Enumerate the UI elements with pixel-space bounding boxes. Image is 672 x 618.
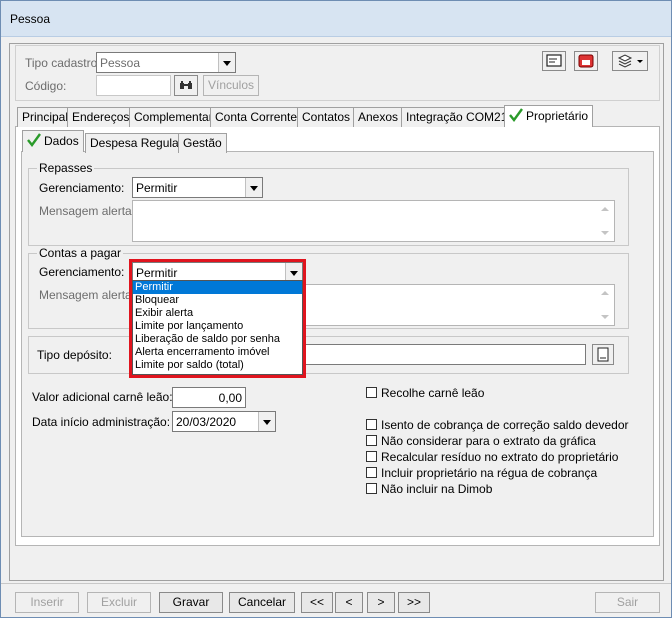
- data-inicio-label: Data início administração:: [32, 415, 171, 429]
- tab-integracao[interactable]: Integração COM21: [401, 107, 513, 127]
- tab-complementar[interactable]: Complementar: [129, 107, 218, 127]
- inserir-button[interactable]: Inserir: [15, 592, 79, 613]
- dropdown-option[interactable]: Exibir alerta: [133, 307, 302, 320]
- repasses-gerenciamento-value: Permitir: [136, 181, 178, 195]
- card-icon: [546, 54, 562, 67]
- gerenciamento-dropdown-list[interactable]: Permitir Bloquear Exibir alerta Limite p…: [132, 280, 303, 375]
- data-inicio-value: 20/03/2020: [176, 415, 237, 429]
- tab-proprietario-label: Proprietário: [526, 109, 589, 123]
- codigo-label: Código:: [25, 79, 67, 93]
- vinculos-label: Vínculos: [207, 78, 255, 92]
- nao-considerar-extrato-checkbox[interactable]: Não considerar para o extrato da gráfica: [366, 434, 596, 448]
- checkbox-box[interactable]: [366, 451, 377, 462]
- checkbox-box[interactable]: [366, 483, 377, 494]
- subtab-dados-label: Dados: [44, 134, 79, 148]
- checkbox-label: Não considerar para o extrato da gráfica: [381, 434, 596, 448]
- tab-proprietario[interactable]: Proprietário: [504, 105, 594, 127]
- window: Pessoa Tipo cadastro Pessoa Código: Vínc…: [0, 0, 672, 618]
- valor-adicional-input[interactable]: 0,00: [172, 387, 246, 408]
- valor-adicional-value: 0,00: [218, 391, 242, 405]
- tab-enderecos[interactable]: Endereços: [67, 107, 135, 127]
- chevron-down-icon[interactable]: [258, 412, 275, 431]
- recalcular-residuo-checkbox[interactable]: Recalcular resíduo no extrato do proprie…: [366, 450, 618, 464]
- repasses-mensagem-label: Mensagem alerta:: [39, 204, 136, 218]
- tipo-cadastro-label: Tipo cadastro: [25, 56, 98, 70]
- tab-principal[interactable]: Principal: [17, 107, 74, 127]
- checkbox-label: Isento de cobrança de correção saldo dev…: [381, 418, 629, 432]
- tab-contatos[interactable]: Contatos: [297, 107, 356, 127]
- checkbox-box[interactable]: [366, 467, 377, 478]
- incluir-regua-checkbox[interactable]: Incluir proprietário na régua de cobranç…: [366, 466, 597, 480]
- dropdown-option[interactable]: Limite por saldo (total): [133, 359, 302, 372]
- checkbox-label: Incluir proprietário na régua de cobranç…: [381, 466, 598, 480]
- contas-gerenciamento-label: Gerenciamento:: [39, 265, 125, 279]
- dropdown-option[interactable]: Alerta encerramento imóvel: [133, 346, 302, 359]
- checkbox-box[interactable]: [366, 387, 377, 398]
- tab-anexos[interactable]: Anexos: [353, 107, 404, 127]
- checkbox-box[interactable]: [366, 419, 377, 430]
- repasses-gerenciamento-select[interactable]: Permitir: [132, 177, 263, 198]
- phone-button[interactable]: [574, 51, 598, 71]
- scrollbar[interactable]: [597, 201, 614, 241]
- tipo-cadastro-select[interactable]: Pessoa: [96, 52, 236, 73]
- check-icon: [27, 133, 41, 147]
- card-button[interactable]: [542, 51, 566, 71]
- gravar-button[interactable]: Gravar: [159, 592, 223, 613]
- sair-button[interactable]: Sair: [595, 592, 660, 613]
- dropdown-option[interactable]: Permitir: [133, 281, 302, 294]
- repasses-title: Repasses: [37, 161, 95, 175]
- check-icon: [509, 108, 523, 122]
- binoculars-search-button[interactable]: [174, 75, 198, 96]
- first-record-button[interactable]: <<: [301, 592, 333, 613]
- excluir-button[interactable]: Excluir: [87, 592, 151, 613]
- next-record-button[interactable]: >: [367, 592, 395, 613]
- chevron-down-icon[interactable]: [218, 53, 235, 72]
- valor-adicional-label: Valor adicional carnê leão:: [32, 390, 173, 404]
- tipo-cadastro-value: Pessoa: [100, 56, 141, 70]
- prev-record-button[interactable]: <: [335, 592, 363, 613]
- layers-menu-button[interactable]: [612, 51, 648, 71]
- isento-cobranca-checkbox[interactable]: Isento de cobrança de correção saldo dev…: [366, 418, 629, 432]
- document-icon: [597, 347, 609, 362]
- title-bar: Pessoa: [1, 1, 671, 37]
- contas-mensagem-label: Mensagem alerta:: [39, 288, 136, 302]
- repasses-mensagem-textarea[interactable]: [132, 200, 615, 242]
- codigo-input[interactable]: [96, 75, 171, 96]
- data-inicio-input[interactable]: 20/03/2020: [172, 411, 276, 432]
- checkbox-label: Recalcular resíduo no extrato do proprie…: [381, 450, 619, 464]
- phone-icon: [578, 54, 594, 68]
- checkbox-label: Não incluir na Dimob: [381, 482, 493, 496]
- dropdown-option[interactable]: Limite por lançamento: [133, 320, 302, 333]
- subtab-gestao[interactable]: Gestão: [178, 133, 227, 153]
- repasses-gerenciamento-label: Gerenciamento:: [39, 181, 125, 195]
- recolhe-carne-leao-checkbox[interactable]: Recolhe carnê leão: [366, 386, 484, 400]
- deposito-lookup-button[interactable]: [592, 344, 614, 365]
- nao-incluir-dimob-checkbox[interactable]: Não incluir na Dimob: [366, 482, 492, 496]
- subtab-dados[interactable]: Dados: [22, 130, 84, 152]
- last-record-button[interactable]: >>: [398, 592, 430, 613]
- chevron-down-icon[interactable]: [245, 178, 262, 197]
- subtab-despesa-regular[interactable]: Despesa Regular: [85, 133, 188, 153]
- scrollbar[interactable]: [597, 285, 614, 325]
- dropdown-option[interactable]: Liberação de saldo por senha: [133, 333, 302, 346]
- cancelar-button[interactable]: Cancelar: [229, 592, 295, 613]
- binoculars-icon: [180, 81, 192, 89]
- tab-conta-corrente[interactable]: Conta Corrente: [210, 107, 303, 127]
- checkbox-box[interactable]: [366, 435, 377, 446]
- contas-title: Contas a pagar: [37, 246, 124, 260]
- vinculos-button[interactable]: Vínculos: [203, 75, 259, 96]
- contas-gerenciamento-value: Permitir: [136, 266, 178, 280]
- window-title: Pessoa: [10, 12, 51, 26]
- dropdown-option[interactable]: Bloquear: [133, 294, 302, 307]
- tipo-deposito-label: Tipo depósito:: [37, 348, 112, 362]
- layers-icon: [617, 54, 643, 68]
- footer-separator: [1, 583, 671, 584]
- checkbox-label: Recolhe carnê leão: [381, 386, 485, 400]
